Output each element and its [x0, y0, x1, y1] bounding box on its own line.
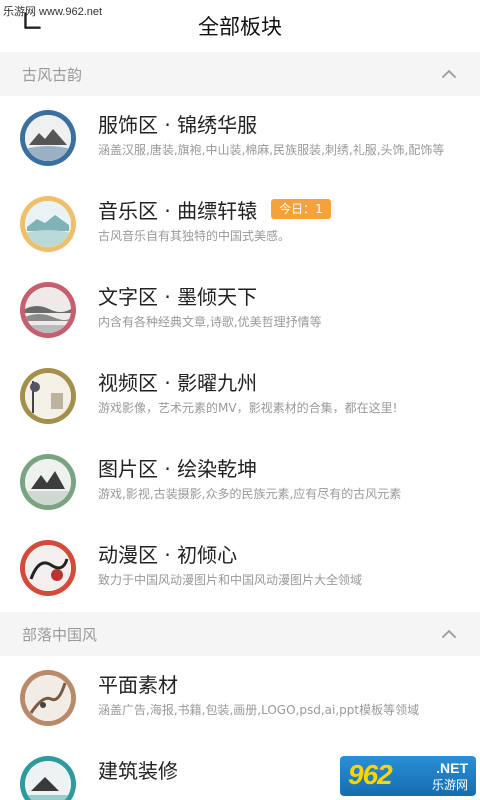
sections-list: 古风古韵服饰区 · 锦绣华服涵盖汉服,唐装,旗袍,中山装,棉麻,民族服装,刺绣,… [0, 52, 480, 800]
board-item[interactable]: 平面素材涵盖广告,海报,书籍,包装,画册,LOGO,psd,ai,ppt模板等领… [0, 656, 480, 742]
board-title: 视频区 · 影曜九州 [98, 370, 258, 395]
board-title: 文字区 · 墨倾天下 [98, 284, 258, 309]
board-item[interactable]: 文字区 · 墨倾天下内含有各种经典文章,诗歌,优美哲理抒情等 [0, 268, 480, 354]
logo-cn: 乐游网 [431, 778, 468, 792]
section-header[interactable]: 部落中国风 [0, 612, 480, 656]
board-title: 建筑装修 [98, 758, 178, 783]
landscape-image [25, 675, 71, 721]
landscape-image [25, 115, 71, 161]
board-item[interactable]: 音乐区 · 曲缥轩辕 今日：1 古风音乐自有其独特的中国式美感。 [0, 182, 480, 268]
board-description: 内含有各种经典文章,诗歌,优美哲理抒情等 [98, 315, 322, 329]
board-description: 涵盖广告,海报,书籍,包装,画册,LOGO,psd,ai,ppt模板等领域 [98, 703, 420, 717]
landscape-image [25, 373, 71, 419]
landscape-image [25, 761, 71, 800]
board-item[interactable]: 视频区 · 影曜九州游戏影像，艺术元素的MV，影视素材的合集，都在这里! [0, 354, 480, 440]
board-avatar [20, 454, 76, 510]
board-title: 平面素材 [98, 672, 178, 697]
section-header[interactable]: 古风古韵 [0, 52, 480, 96]
board-avatar [20, 540, 76, 596]
board-description: 涵盖汉服,唐装,旗袍,中山装,棉麻,民族服装,刺绣,礼服,头饰,配饰等 [98, 143, 445, 157]
board-item[interactable]: 图片区 · 绘染乾坤游戏,影视,古装摄影,众多的民族元素,应有尽有的古风元素 [0, 440, 480, 526]
board-avatar [20, 670, 76, 726]
board-description: 古风音乐自有其独特的中国式美感。 [98, 229, 291, 243]
board-title: 动漫区 · 初倾心 [98, 542, 238, 567]
landscape-image [25, 201, 71, 247]
board-item[interactable]: 动漫区 · 初倾心致力于中国风动漫图片和中国风动漫图片大全领域 [0, 526, 480, 612]
board-title: 音乐区 · 曲缥轩辕 [98, 198, 258, 223]
board-description: 致力于中国风动漫图片和中国风动漫图片大全领域 [98, 573, 363, 587]
logo-number: 962 [348, 759, 393, 790]
board-title: 服饰区 · 锦绣华服 [98, 112, 258, 137]
landscape-image [25, 545, 71, 591]
section-label: 古风古韵 [22, 65, 83, 84]
board-avatar [20, 756, 76, 800]
board-description: 游戏,影视,古装摄影,众多的民族元素,应有尽有的古风元素 [98, 487, 402, 501]
board-avatar [20, 110, 76, 166]
landscape-image [25, 459, 71, 505]
board-item[interactable]: 服饰区 · 锦绣华服涵盖汉服,唐装,旗袍,中山装,棉麻,民族服装,刺绣,礼服,头… [0, 96, 480, 182]
landscape-image [25, 287, 71, 333]
section-label: 部落中国风 [22, 625, 98, 644]
board-title: 图片区 · 绘染乾坤 [98, 456, 258, 481]
site-logo: 962 .NET 乐游网 [340, 756, 476, 796]
board-avatar [20, 368, 76, 424]
board-avatar [20, 282, 76, 338]
logo-net: .NET [436, 760, 468, 776]
watermark-text: 乐游网 www.962.net [3, 6, 103, 18]
chevron-up-icon[interactable] [440, 625, 458, 643]
board-avatar [20, 196, 76, 252]
today-badge: 今日：1 [271, 199, 331, 219]
board-description: 游戏影像，艺术元素的MV，影视素材的合集，都在这里! [98, 401, 398, 415]
chevron-up-icon[interactable] [440, 65, 458, 83]
